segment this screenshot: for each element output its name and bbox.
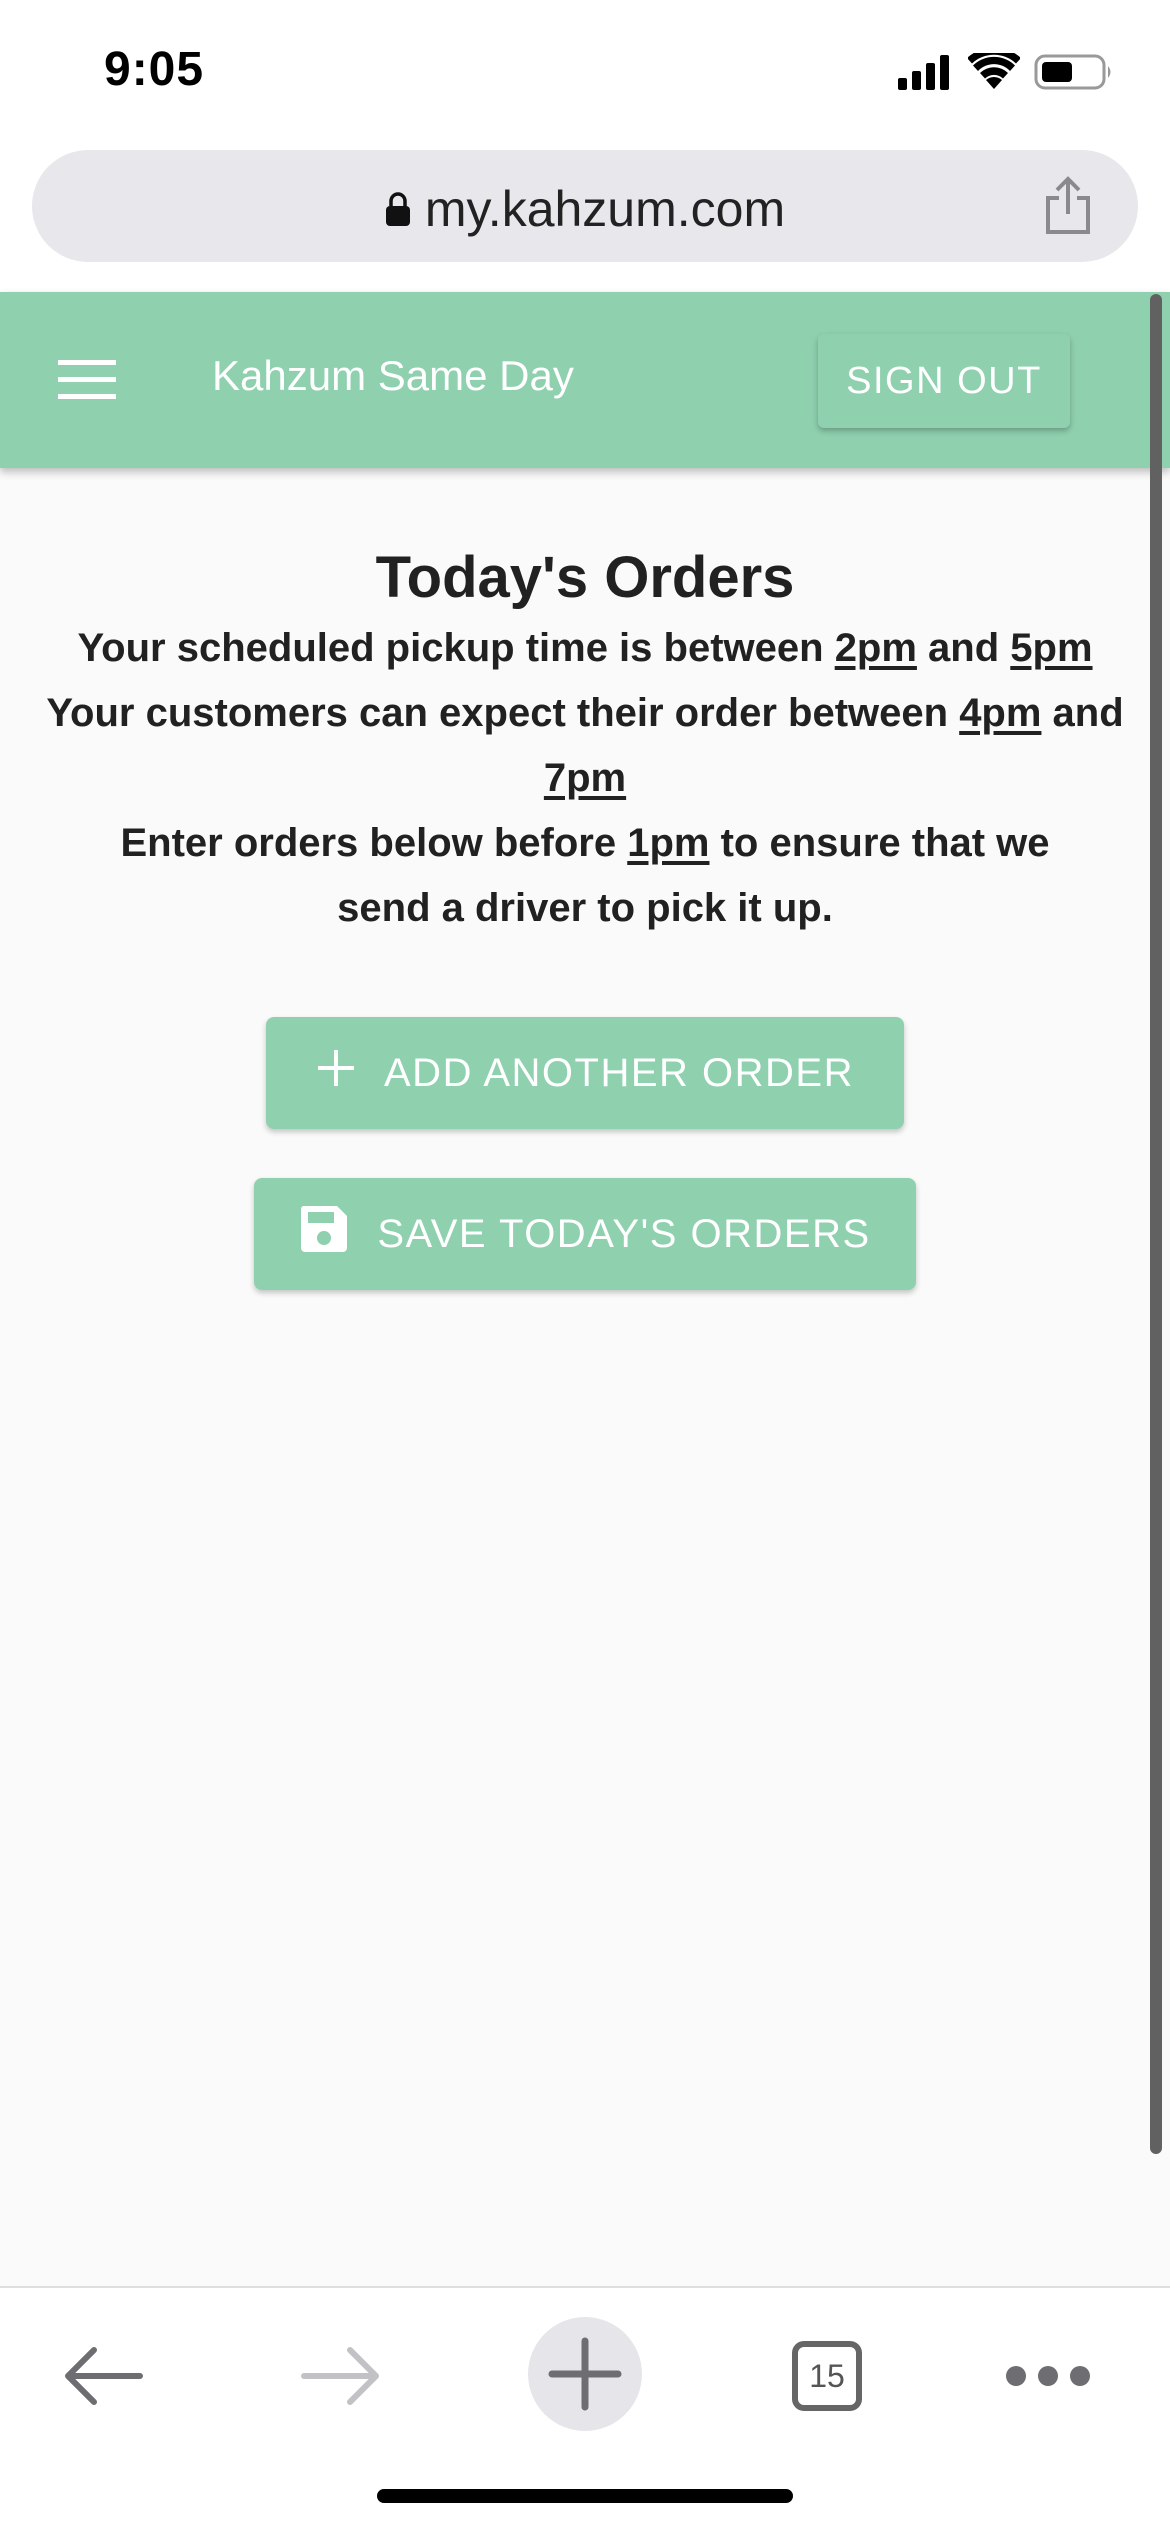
delivery-start-time: 4pm: [959, 690, 1042, 735]
delivery-time-line: Your customers can expect their order be…: [40, 681, 1130, 811]
plus-icon: [548, 2337, 622, 2411]
more-menu-button[interactable]: [988, 2316, 1108, 2436]
pickup-and: and: [916, 625, 1011, 670]
order-schedule-info: Your scheduled pickup time is between 2p…: [40, 616, 1130, 941]
status-icons: [898, 52, 1114, 92]
status-time: 9:05: [104, 43, 205, 96]
wifi-icon: [968, 53, 1020, 89]
lock-icon: [385, 180, 411, 238]
floppy-disk-icon: [299, 1204, 349, 1264]
main-content: Today's Orders Your scheduled pickup tim…: [0, 468, 1170, 1290]
cutoff-time: 1pm: [627, 820, 710, 865]
pickup-end-time: 5pm: [1010, 625, 1093, 670]
tab-count: 15: [792, 2341, 862, 2411]
page-scrollbar[interactable]: [1150, 294, 1162, 2154]
back-button[interactable]: [42, 2316, 162, 2436]
page-title: Today's Orders: [375, 545, 795, 610]
home-indicator[interactable]: [377, 2489, 793, 2503]
app-bar: Kahzum Same Day SIGN OUT: [0, 292, 1170, 468]
cutoff-line: Enter orders below before 1pm to ensure …: [80, 811, 1090, 941]
cutoff-prefix: Enter orders below before: [120, 820, 628, 865]
forward-button[interactable]: [282, 2316, 402, 2436]
pickup-prefix: Your scheduled pickup time is between: [77, 625, 835, 670]
delivery-start-wrap: 4pm: [959, 691, 1041, 735]
delivery-prefix: Your customers can expect their order be…: [46, 690, 960, 735]
arrow-left-icon: [65, 2347, 143, 2405]
app-title: Kahzum Same Day: [212, 352, 574, 399]
hamburger-menu-icon[interactable]: [58, 356, 116, 404]
more-dots-icon: [1006, 2366, 1090, 2386]
sign-out-button[interactable]: SIGN OUT: [818, 334, 1070, 428]
battery-icon: [1034, 54, 1111, 90]
signal-icon: [898, 55, 949, 90]
arrow-right-icon: [301, 2347, 379, 2405]
share-icon[interactable]: [1042, 176, 1094, 241]
delivery-end-time: 7pm: [543, 755, 627, 800]
pickup-time-line: Your scheduled pickup time is between 2p…: [40, 616, 1130, 681]
save-todays-orders-button[interactable]: SAVE TODAY'S ORDERS: [254, 1178, 916, 1290]
address-text-wrap: my.kahzum.com: [32, 180, 1138, 242]
save-todays-orders-label: SAVE TODAY'S ORDERS: [377, 1211, 871, 1256]
add-another-order-button[interactable]: ADD ANOTHER ORDER: [266, 1017, 904, 1129]
tabs-button[interactable]: 15: [767, 2316, 887, 2436]
url-text: my.kahzum.com: [424, 181, 786, 237]
add-another-order-label: ADD ANOTHER ORDER: [384, 1050, 854, 1095]
status-bar: 9:05: [0, 0, 1170, 148]
plus-icon: [316, 1048, 356, 1098]
browser-url-area: my.kahzum.com: [0, 148, 1170, 292]
delivery-and: and: [1041, 690, 1124, 735]
new-tab-button[interactable]: [528, 2317, 642, 2431]
pickup-start-time: 2pm: [834, 625, 917, 670]
address-bar[interactable]: my.kahzum.com: [32, 150, 1138, 262]
screen: 9:05 my.kahzum.com Kahzum Same Day SIGN …: [0, 0, 1170, 2532]
